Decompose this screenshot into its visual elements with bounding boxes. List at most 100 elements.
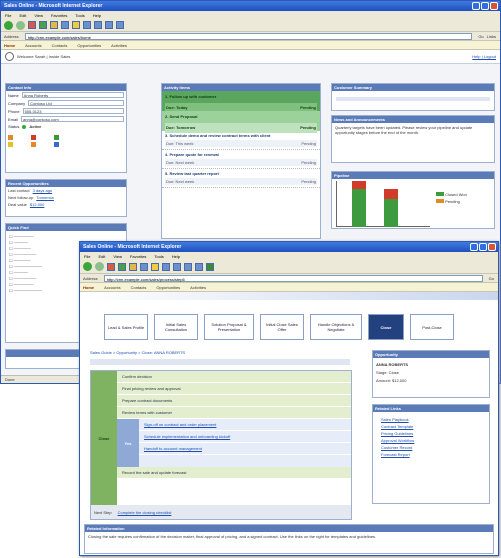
menu2-file[interactable]: File [84, 254, 90, 259]
forward-icon-2[interactable] [95, 262, 104, 271]
menu-edit[interactable]: Edit [19, 13, 26, 18]
step-7[interactable]: Handoff to account management [139, 443, 351, 455]
home-icon-2[interactable] [129, 262, 137, 271]
edit-icon-2[interactable] [206, 262, 214, 271]
task-4-title[interactable]: 4. Prepare quote for renewal [165, 152, 317, 157]
nav-accounts[interactable]: Accounts [25, 43, 41, 48]
maximize-button-2[interactable] [479, 243, 487, 251]
nav2-opportunities[interactable]: Opportunities [156, 285, 180, 290]
media-icon-2[interactable] [162, 262, 170, 271]
step-6[interactable]: Schedule implementation and onboarding k… [139, 431, 351, 443]
related-link-2[interactable]: Contract Template [381, 423, 481, 430]
nav-opportunities[interactable]: Opportunities [77, 43, 101, 48]
breadcrumb-text[interactable]: Sales Guide > Opportunity > Close: ANNA … [90, 350, 185, 355]
menu-file[interactable]: File [5, 13, 11, 18]
task-3[interactable]: 3. Schedule demo and review contract ter… [162, 131, 320, 150]
go-button-2[interactable]: Go [489, 276, 494, 281]
stop-icon[interactable] [28, 21, 36, 29]
task-1-title[interactable]: 1. Follow up with customer [165, 93, 317, 101]
maximize-button[interactable] [481, 2, 489, 10]
nav2-accounts[interactable]: Accounts [104, 285, 120, 290]
history-icon-2[interactable] [173, 262, 181, 271]
related-link-3[interactable]: Pricing Guidelines [381, 430, 481, 437]
go-button[interactable]: Go [478, 34, 483, 39]
step-8-text[interactable]: Record the sale and update forecast [122, 470, 187, 475]
step-3-text[interactable]: Prepare contract documents [122, 398, 172, 403]
search-icon[interactable] [61, 21, 69, 29]
print-icon[interactable] [116, 21, 124, 29]
tab-handle-objections[interactable]: Handle Objections & Negotiate [310, 314, 362, 340]
step-7-link[interactable]: Handoff to account management [144, 446, 202, 451]
task-3-title[interactable]: 3. Schedule demo and review contract ter… [165, 133, 317, 138]
menu2-favorites[interactable]: Favorites [130, 254, 146, 259]
task-5[interactable]: 5. Review last quarter report Due: Next … [162, 169, 320, 188]
menu-favorites[interactable]: Favorites [51, 13, 67, 18]
mail-icon[interactable] [105, 21, 113, 29]
nav2-home[interactable]: Home [83, 285, 94, 290]
nav-home[interactable]: Home [4, 43, 15, 48]
menu2-edit[interactable]: Edit [98, 254, 105, 259]
next-step-link[interactable]: Complete the closing checklist [118, 510, 172, 515]
stop-icon-2[interactable] [107, 262, 115, 271]
task-1[interactable]: 1. Follow up with customer Due: Today Pen… [162, 91, 320, 113]
nav-contacts[interactable]: Contacts [52, 43, 68, 48]
name-value[interactable]: Anna Roberts [21, 92, 124, 98]
nav2-activities[interactable]: Activities [190, 285, 206, 290]
forward-icon[interactable] [16, 20, 25, 30]
step-6-link[interactable]: Schedule implementation and onboarding k… [144, 434, 230, 439]
back-circle-icon[interactable] [5, 52, 14, 61]
detail-value-3[interactable]: $12,000 [30, 202, 44, 207]
minimize-button[interactable] [472, 2, 480, 10]
task-2[interactable]: 2. Send Proposal Due: Tomorrow Pending [162, 111, 320, 133]
phone-value[interactable]: 555-0123 [22, 108, 124, 114]
step-2-text[interactable]: Final pricing review and approval [122, 386, 180, 391]
menu2-tools[interactable]: Tools [154, 254, 163, 259]
tab-lead-profile[interactable]: Lead & Sales Profile [104, 314, 148, 340]
task-4[interactable]: 4. Prepare quote for renewal Due: Next w… [162, 150, 320, 169]
tab-close[interactable]: Close [368, 314, 404, 340]
tab-initial-consultation[interactable]: Initial Sales Consultation [154, 314, 198, 340]
related-link-5[interactable]: Customer Record [381, 444, 481, 451]
nav2-contacts[interactable]: Contacts [131, 285, 147, 290]
menu-help[interactable]: Help [93, 13, 101, 18]
print-icon-2[interactable] [195, 262, 203, 271]
step-1-text[interactable]: Confirm decision [122, 374, 152, 379]
menu-view[interactable]: View [34, 13, 43, 18]
related-link-1[interactable]: Sales Playbook [381, 416, 481, 423]
step-2[interactable]: Final pricing review and approval [117, 383, 351, 395]
menu-tools[interactable]: Tools [75, 13, 84, 18]
history-icon[interactable] [94, 21, 102, 29]
media-icon[interactable] [83, 21, 91, 29]
step-5-link[interactable]: Sign-off on contract and order placement [144, 422, 216, 427]
detail-value-1[interactable]: 3 days ago [33, 188, 53, 193]
task-5-title[interactable]: 5. Review last quarter report [165, 171, 317, 176]
step-3[interactable]: Prepare contract documents [117, 395, 351, 407]
tab-solution-proposal[interactable]: Solution Proposal & Presentation [204, 314, 254, 340]
email-value[interactable]: anna@contoso.com [21, 116, 124, 122]
task-2-title[interactable]: 2. Send Proposal [165, 113, 317, 121]
back-icon[interactable] [4, 20, 13, 30]
related-link-6[interactable]: Forecast Report [381, 451, 481, 458]
search-icon-2[interactable] [140, 262, 148, 271]
step-8[interactable]: Record the sale and update forecast [117, 467, 351, 479]
tab-post-close[interactable]: Post-Close [410, 314, 454, 340]
nav-activities[interactable]: Activities [111, 43, 127, 48]
menu2-help[interactable]: Help [172, 254, 180, 259]
refresh-icon-2[interactable] [118, 262, 126, 271]
related-link-4[interactable]: Approval Workflow [381, 437, 481, 444]
step-5[interactable]: Sign-off on contract and order placement [139, 419, 351, 431]
home-icon[interactable] [50, 21, 58, 29]
step-4-text[interactable]: Review terms with customer [122, 410, 172, 415]
favorites-icon-2[interactable] [151, 262, 159, 271]
refresh-icon[interactable] [39, 21, 47, 29]
company-value[interactable]: Contoso Ltd [28, 100, 124, 106]
step-1[interactable]: Confirm decision [117, 371, 351, 383]
close-button-2[interactable] [488, 243, 496, 251]
help-logout-links[interactable]: Help | Logout [472, 54, 496, 59]
detail-value-2[interactable]: Tomorrow [36, 195, 54, 200]
favorites-icon[interactable] [72, 21, 80, 29]
mail-icon-2[interactable] [184, 262, 192, 271]
minimize-button-2[interactable] [470, 243, 478, 251]
back-icon-2[interactable] [83, 262, 92, 271]
tab-initial-close[interactable]: Initial Close Sales Offer [260, 314, 304, 340]
